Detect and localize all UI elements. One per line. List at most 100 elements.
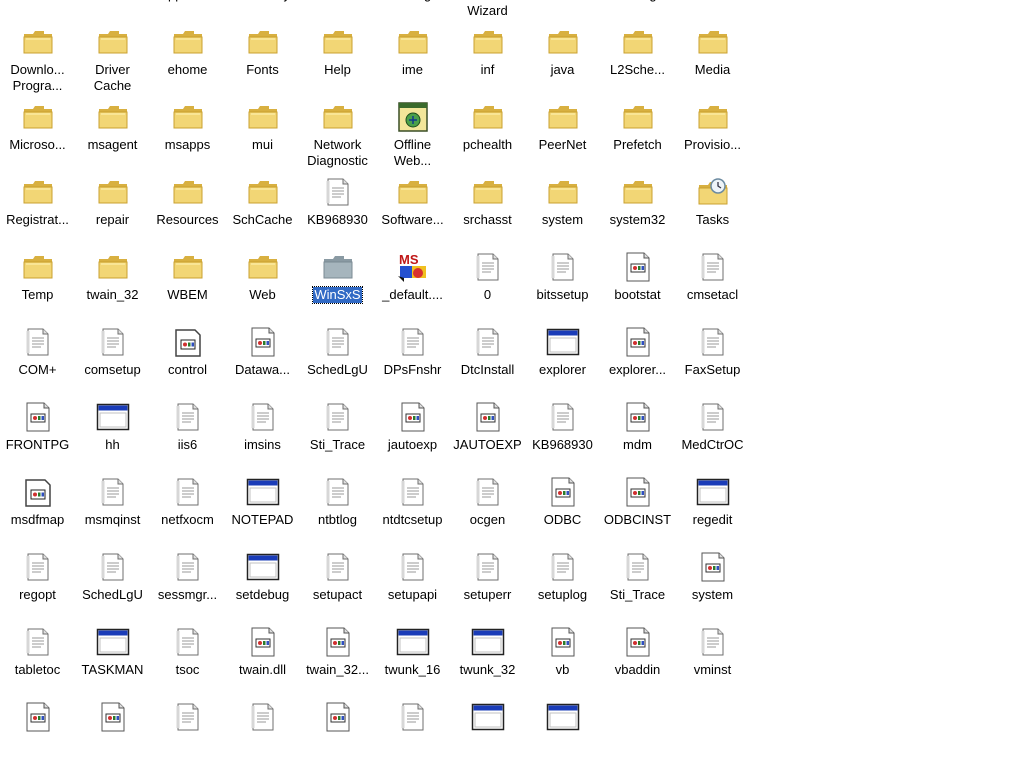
file-item[interactable]: SchedLgU — [300, 320, 375, 395]
file-item[interactable]: PeerNet — [525, 95, 600, 170]
file-item[interactable]: msmqinst — [75, 470, 150, 545]
file-item[interactable]: Cursors — [525, 0, 600, 20]
file-item[interactable]: vminst — [675, 620, 750, 695]
file-item[interactable] — [75, 695, 150, 770]
file-item[interactable]: explorer... — [600, 320, 675, 395]
file-item[interactable]: KB968930 — [300, 170, 375, 245]
file-item[interactable]: ehome — [150, 20, 225, 95]
file-item[interactable]: NOTEPAD — [225, 470, 300, 545]
file-item[interactable]: vbaddin — [600, 620, 675, 695]
file-item[interactable]: setuperr — [450, 545, 525, 620]
file-item[interactable]: Temp — [0, 245, 75, 320]
file-item[interactable]: TASKMAN — [75, 620, 150, 695]
file-item[interactable] — [150, 695, 225, 770]
file-item[interactable]: BitLocke... — [300, 0, 375, 20]
file-item[interactable]: DPsFnshr — [375, 320, 450, 395]
file-item[interactable]: iis6 — [150, 395, 225, 470]
file-item[interactable]: Web — [225, 245, 300, 320]
file-item[interactable]: twunk_16 — [375, 620, 450, 695]
file-item[interactable]: msagent — [75, 95, 150, 170]
file-item[interactable]: twunk_32 — [450, 620, 525, 695]
file-item[interactable]: imsins — [225, 395, 300, 470]
file-item[interactable]: ntbtlog — [300, 470, 375, 545]
file-item[interactable]: Prefetch — [600, 95, 675, 170]
file-item[interactable]: system32 — [600, 170, 675, 245]
file-item[interactable]: bootstat — [600, 245, 675, 320]
file-item[interactable]: ocgen — [450, 470, 525, 545]
file-item[interactable]: Fonts — [225, 20, 300, 95]
file-item[interactable]: 0 — [450, 245, 525, 320]
file-item[interactable]: control — [150, 320, 225, 395]
file-item[interactable]: MedCtrOC — [675, 395, 750, 470]
file-item[interactable]: $NtUnin... — [0, 0, 75, 20]
file-item[interactable]: ODBC — [525, 470, 600, 545]
file-item[interactable]: Software... — [375, 170, 450, 245]
file-item[interactable]: mdm — [600, 395, 675, 470]
file-item[interactable]: inf — [450, 20, 525, 95]
file-item[interactable]: setdebug — [225, 545, 300, 620]
file-item[interactable]: ime — [375, 20, 450, 95]
file-item[interactable]: Microso... — [0, 95, 75, 170]
file-item[interactable]: setupapi — [375, 545, 450, 620]
file-item[interactable]: Network Diagnostic — [300, 95, 375, 170]
file-item[interactable]: setupact — [300, 545, 375, 620]
file-item[interactable]: system — [675, 545, 750, 620]
file-item[interactable]: hh — [75, 395, 150, 470]
file-item[interactable] — [525, 695, 600, 770]
file-item[interactable]: explorer — [525, 320, 600, 395]
file-item[interactable]: Driver Cache — [75, 20, 150, 95]
file-item[interactable]: WinSxS — [300, 245, 375, 320]
file-item[interactable]: netfxocm — [150, 470, 225, 545]
file-item[interactable]: Resources — [150, 170, 225, 245]
file-item[interactable]: FRONTPG — [0, 395, 75, 470]
file-item[interactable]: JAUTOEXP — [450, 395, 525, 470]
file-item[interactable] — [300, 695, 375, 770]
file-item[interactable]: bitssetup — [525, 245, 600, 320]
file-item[interactable]: Datawa... — [225, 320, 300, 395]
file-item[interactable]: Help — [300, 20, 375, 95]
file-item[interactable]: regopt — [0, 545, 75, 620]
file-item[interactable]: KB968930 — [525, 395, 600, 470]
file-item[interactable] — [450, 695, 525, 770]
file-item[interactable]: tabletoc — [0, 620, 75, 695]
file-item[interactable]: twain_32... — [300, 620, 375, 695]
file-item[interactable]: regedit — [675, 470, 750, 545]
file-item[interactable]: L2Sche... — [600, 20, 675, 95]
file-item[interactable]: Debug — [600, 0, 675, 20]
file-item[interactable]: Connect... Wizard — [450, 0, 525, 20]
file-item[interactable]: assembly — [225, 0, 300, 20]
file-item[interactable]: Media — [675, 20, 750, 95]
file-item[interactable]: srchasst — [450, 170, 525, 245]
file-item[interactable]: twain_32 — [75, 245, 150, 320]
file-item[interactable]: FaxSetup — [675, 320, 750, 395]
file-item[interactable]: SchCache — [225, 170, 300, 245]
file-item[interactable]: dot3svc — [675, 0, 750, 20]
file-item[interactable]: comsetup — [75, 320, 150, 395]
file-item[interactable]: mui — [225, 95, 300, 170]
file-item[interactable] — [0, 695, 75, 770]
file-item[interactable]: sessmgr... — [150, 545, 225, 620]
file-item[interactable]: jautoexp — [375, 395, 450, 470]
file-item[interactable]: system — [525, 170, 600, 245]
file-item[interactable]: Downlo... Progra... — [0, 20, 75, 95]
file-item[interactable]: vb — [525, 620, 600, 695]
file-item[interactable]: Registrat... — [0, 170, 75, 245]
file-item[interactable]: MS _default.... — [375, 245, 450, 320]
file-item[interactable]: addins — [75, 0, 150, 20]
file-item[interactable] — [225, 695, 300, 770]
file-item[interactable] — [375, 695, 450, 770]
file-item[interactable]: pchealth — [450, 95, 525, 170]
file-item[interactable]: ntdtcsetup — [375, 470, 450, 545]
file-item[interactable]: SchedLgU — [75, 545, 150, 620]
file-item[interactable]: repair — [75, 170, 150, 245]
file-item[interactable]: java — [525, 20, 600, 95]
file-item[interactable]: Offline Web... — [375, 95, 450, 170]
file-item[interactable]: AppPatch — [150, 0, 225, 20]
file-item[interactable]: Provisio... — [675, 95, 750, 170]
file-item[interactable]: cmsetacl — [675, 245, 750, 320]
file-item[interactable]: msapps — [150, 95, 225, 170]
file-item[interactable]: ODBCINST — [600, 470, 675, 545]
file-item[interactable]: Config — [375, 0, 450, 20]
file-item[interactable]: tsoc — [150, 620, 225, 695]
file-item[interactable]: twain.dll — [225, 620, 300, 695]
